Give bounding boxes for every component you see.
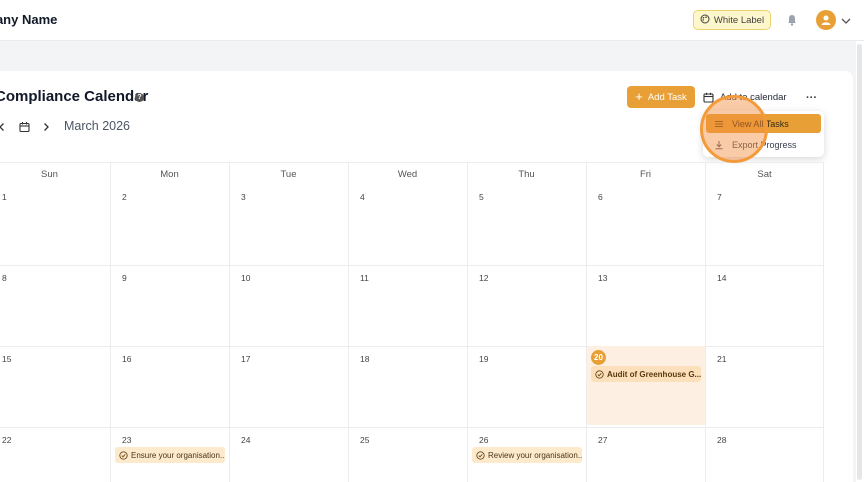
bell-icon[interactable] bbox=[786, 13, 798, 27]
day-number: 17 bbox=[241, 354, 251, 364]
check-circle-icon bbox=[595, 369, 604, 379]
check-circle-icon bbox=[119, 450, 128, 460]
plus-icon: + bbox=[635, 89, 643, 104]
chevron-right-icon[interactable] bbox=[41, 120, 51, 132]
calendar-icon[interactable] bbox=[19, 120, 30, 133]
day-number: 13 bbox=[598, 273, 608, 283]
grid-row-divider bbox=[0, 427, 824, 428]
day-number: 21 bbox=[717, 354, 727, 364]
weekday-header: Tue bbox=[280, 169, 297, 180]
calendar-grid bbox=[0, 162, 824, 482]
grid-column-divider bbox=[823, 162, 824, 482]
help-icon[interactable]: ? bbox=[135, 93, 144, 102]
grid-column-divider bbox=[229, 162, 230, 482]
event-title: Ensure your organisation... bbox=[131, 450, 225, 460]
today-badge: 20 bbox=[591, 350, 606, 365]
day-number: 5 bbox=[479, 192, 484, 202]
company-name: pany Name bbox=[0, 12, 58, 27]
page-title: Compliance Calendar bbox=[0, 88, 149, 105]
day-number: 12 bbox=[479, 273, 489, 283]
day-number: 7 bbox=[717, 192, 722, 202]
day-number: 11 bbox=[360, 273, 369, 283]
grid-column-divider bbox=[467, 162, 468, 482]
chevron-down-icon[interactable] bbox=[840, 14, 852, 26]
weekday-header: Fri bbox=[639, 169, 652, 180]
current-month: March 2026 bbox=[64, 119, 131, 133]
add-task-label: Add Task bbox=[647, 91, 687, 103]
weekday-header: Thu bbox=[518, 169, 535, 180]
day-number: 27 bbox=[598, 435, 608, 445]
day-number: 24 bbox=[241, 435, 251, 445]
day-number: 10 bbox=[241, 273, 251, 283]
calendar-event[interactable]: Audit of Greenhouse G... bbox=[591, 366, 701, 382]
add-task-button[interactable]: + Add Task bbox=[627, 86, 695, 108]
day-number: 22 bbox=[2, 435, 12, 445]
check-circle-icon bbox=[476, 450, 485, 460]
day-number: 28 bbox=[717, 435, 727, 445]
day-number: 8 bbox=[2, 273, 7, 283]
day-number: 4 bbox=[360, 192, 365, 202]
palette-icon bbox=[700, 14, 710, 27]
chevron-left-icon[interactable] bbox=[0, 120, 7, 132]
event-title: Audit of Greenhouse G... bbox=[607, 369, 701, 379]
day-number: 14 bbox=[717, 273, 727, 283]
grid-column-divider bbox=[110, 162, 111, 482]
weekday-header: Sun bbox=[41, 169, 58, 180]
event-title: Review your organisation... bbox=[488, 450, 582, 460]
weekday-header: Wed bbox=[397, 169, 418, 180]
calendar-event[interactable]: Ensure your organisation... bbox=[115, 447, 225, 463]
day-number: 23 bbox=[122, 435, 132, 445]
calendar-icon bbox=[703, 92, 714, 103]
calendar-event[interactable]: Review your organisation... bbox=[472, 447, 582, 463]
day-number: 18 bbox=[360, 354, 370, 364]
white-label-button[interactable]: White Label bbox=[693, 10, 771, 30]
weekday-header: Sat bbox=[757, 169, 772, 180]
click-highlight bbox=[700, 95, 768, 163]
grid-column-divider bbox=[586, 162, 587, 482]
grid-row-divider bbox=[0, 265, 824, 266]
scrollbar-thumb[interactable] bbox=[857, 44, 862, 480]
weekday-header: Mon bbox=[160, 169, 179, 180]
day-number: 6 bbox=[598, 192, 603, 202]
day-number: 26 bbox=[479, 435, 489, 445]
avatar[interactable] bbox=[816, 10, 836, 30]
day-number: 19 bbox=[479, 354, 489, 364]
user-icon bbox=[821, 15, 831, 25]
day-number: 9 bbox=[122, 273, 127, 283]
grid-column-divider bbox=[348, 162, 349, 482]
grid-column-divider bbox=[705, 162, 706, 482]
day-number: 16 bbox=[122, 354, 132, 364]
more-options-icon[interactable]: ··· bbox=[806, 92, 817, 104]
day-number: 15 bbox=[2, 354, 12, 364]
day-number: 1 bbox=[2, 192, 7, 202]
day-number: 2 bbox=[122, 192, 127, 202]
day-number: 3 bbox=[241, 192, 246, 202]
day-number: 25 bbox=[360, 435, 370, 445]
white-label-text: White Label bbox=[713, 14, 765, 26]
